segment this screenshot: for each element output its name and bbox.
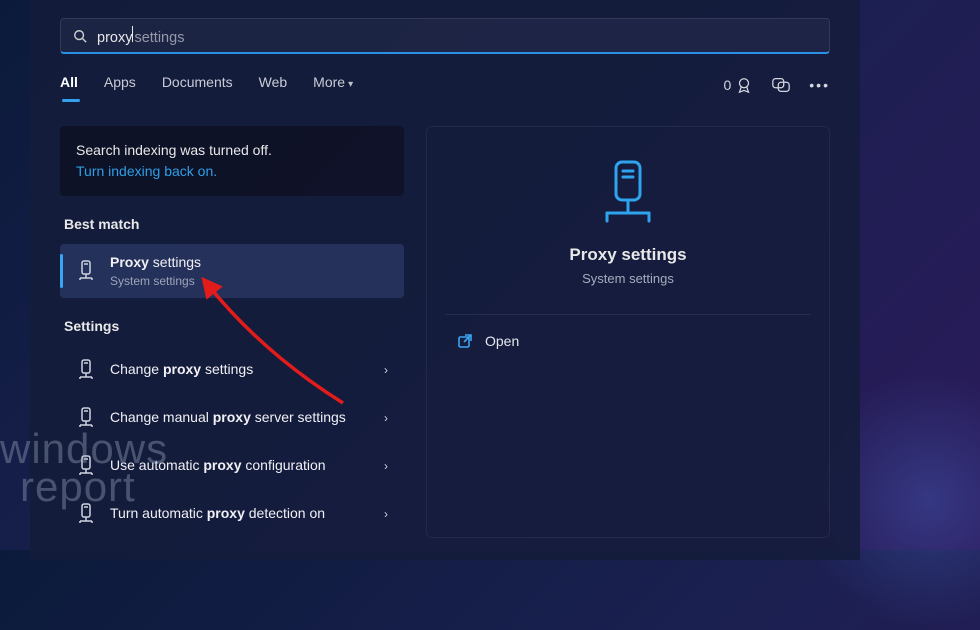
tab-apps[interactable]: Apps [104, 74, 136, 96]
tab-all[interactable]: All [60, 74, 78, 96]
chevron-right-icon[interactable]: › [380, 459, 392, 473]
tab-more[interactable]: More▾ [313, 74, 353, 96]
search-input[interactable]: proxy settings [60, 18, 830, 54]
open-label: Open [485, 333, 519, 349]
best-match-heading: Best match [64, 216, 400, 232]
result-title: Change manual proxy server settings [110, 409, 366, 427]
proxy-icon [76, 455, 96, 477]
result-title: Turn automatic proxy detection on [110, 505, 366, 523]
medal-icon [735, 76, 753, 94]
proxy-icon [76, 503, 96, 525]
chevron-right-icon[interactable]: › [380, 411, 392, 425]
filter-tabs: All Apps Documents Web More▾ [60, 74, 353, 96]
chevron-right-icon[interactable]: › [380, 507, 392, 521]
chat-icon[interactable] [771, 76, 791, 94]
search-query-text: proxy settings [97, 26, 184, 46]
more-options-button[interactable]: ••• [809, 77, 830, 93]
proxy-icon [76, 359, 96, 381]
result-title: Use automatic proxy configuration [110, 457, 366, 475]
result-title: Change proxy settings [110, 361, 366, 379]
search-flyout: proxy settings All Apps Documents Web Mo… [30, 0, 860, 560]
tab-web[interactable]: Web [259, 74, 288, 96]
rewards-count: 0 [723, 77, 731, 93]
result-auto-proxy-config[interactable]: Use automatic proxy configuration › [60, 442, 404, 490]
chevron-down-icon: ▾ [348, 79, 353, 90]
result-auto-proxy-detection[interactable]: Turn automatic proxy detection on › [60, 490, 404, 538]
result-proxy-settings[interactable]: Proxy settings System settings [60, 244, 404, 298]
proxy-icon [76, 407, 96, 429]
indexing-banner: Search indexing was turned off. Turn ind… [60, 126, 404, 196]
search-icon [73, 29, 87, 43]
indexing-message: Search indexing was turned off. [76, 140, 388, 161]
preview-proxy-icon [445, 159, 811, 229]
settings-heading: Settings [64, 318, 400, 334]
chevron-right-icon[interactable]: › [380, 363, 392, 377]
result-change-proxy-settings[interactable]: Change proxy settings › [60, 346, 404, 394]
turn-indexing-on-link[interactable]: Turn indexing back on. [76, 161, 388, 182]
preview-pane: Proxy settings System settings Open [426, 126, 830, 538]
result-title: Proxy settings [110, 254, 392, 272]
tab-documents[interactable]: Documents [162, 74, 233, 96]
proxy-icon [76, 260, 96, 282]
result-change-manual-proxy[interactable]: Change manual proxy server settings › [60, 394, 404, 442]
text-caret [132, 26, 133, 42]
preview-subtitle: System settings [445, 271, 811, 286]
preview-title: Proxy settings [445, 245, 811, 265]
open-external-icon [457, 333, 473, 349]
open-action[interactable]: Open [445, 323, 811, 359]
result-subtitle: System settings [110, 274, 392, 288]
divider [445, 314, 811, 315]
rewards-badge[interactable]: 0 [723, 76, 753, 94]
